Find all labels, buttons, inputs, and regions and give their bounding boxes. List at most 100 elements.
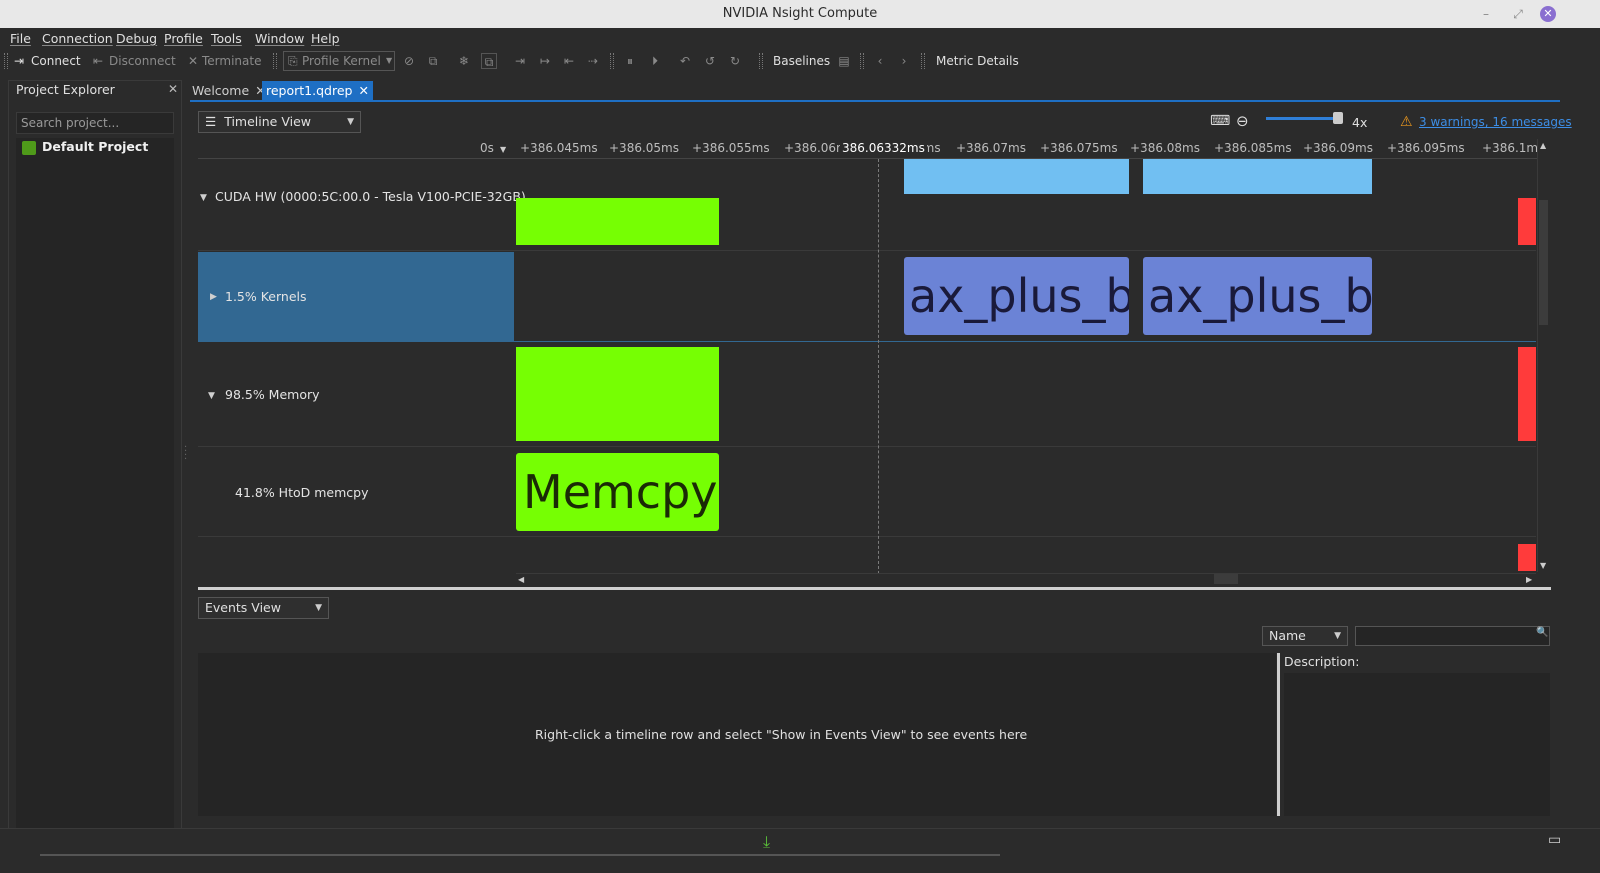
warnings-link[interactable]: 3 warnings, 16 messages — [1419, 115, 1572, 129]
minimize-icon[interactable]: – — [1478, 6, 1494, 22]
other-activity-bar[interactable] — [1518, 347, 1536, 441]
project-item-default[interactable]: Default Project — [42, 139, 148, 154]
row-label-htod[interactable]: 41.8% HtoD memcpy — [235, 485, 368, 500]
restore-icon[interactable]: ⤢ — [1510, 6, 1526, 22]
toolbar-grip[interactable] — [860, 53, 864, 69]
menu-window[interactable]: Window — [255, 28, 304, 50]
row-label-memory[interactable]: 98.5% Memory — [225, 387, 320, 402]
connect-button[interactable]: Connect — [31, 50, 81, 72]
menu-file[interactable]: File — [10, 28, 31, 50]
splitter-handle[interactable]: · · · · — [184, 443, 187, 465]
scroll-right-icon[interactable]: ▶ — [1526, 575, 1532, 584]
baselines-manage-icon[interactable]: ▤ — [836, 53, 852, 69]
scroll-left-icon[interactable]: ◀ — [518, 575, 524, 584]
other-activity-bar[interactable] — [1518, 198, 1536, 245]
menu-tools[interactable]: Tools — [211, 28, 242, 50]
ruler-tick-label: +386.075ms — [1040, 141, 1118, 155]
menu-connection[interactable]: Connection — [42, 28, 113, 50]
memcpy-bar[interactable]: Memcpy… — [516, 453, 719, 531]
menu-help[interactable]: Help — [311, 28, 340, 50]
kernel-summary-bar[interactable] — [904, 159, 1129, 194]
timeline-view-select[interactable]: ☰ Timeline View ▼ — [198, 111, 361, 133]
toolbar-grip[interactable] — [610, 53, 614, 69]
other-activity-bar[interactable] — [1518, 544, 1536, 571]
project-search-input[interactable] — [16, 112, 174, 134]
zoom-out-icon[interactable]: ⊖ — [1236, 112, 1249, 130]
step-next-icon[interactable]: ⇢ — [585, 53, 601, 69]
close-window-icon[interactable]: ✕ — [1540, 6, 1556, 22]
collapse-caret-icon[interactable]: ▼ — [200, 193, 207, 203]
tab-report[interactable]: report1.qdrep ✕ — [262, 81, 373, 101]
horizontal-scroll-thumb[interactable] — [1214, 574, 1238, 584]
disconnect-button[interactable]: Disconnect — [109, 50, 176, 72]
events-search-input[interactable] — [1355, 626, 1550, 646]
download-icon[interactable]: ⤓ — [763, 832, 770, 852]
events-view-select[interactable]: Events View ▼ — [198, 597, 329, 619]
zoom-slider[interactable] — [1266, 117, 1338, 120]
kernel-bar[interactable]: ax_plus_b… — [904, 257, 1129, 335]
vertical-scroll-thumb[interactable] — [1539, 200, 1548, 325]
profile-kernel-button[interactable]: ⎘ Profile Kernel ▼ — [283, 51, 395, 71]
expand-caret-icon[interactable]: ▶ — [210, 292, 217, 302]
events-filter-select[interactable]: Name ▼ — [1262, 626, 1348, 646]
connect-icon[interactable]: ⇥ — [14, 50, 24, 72]
step-back-icon[interactable]: ⇤ — [561, 53, 577, 69]
scroll-down-icon[interactable]: ▼ — [1540, 561, 1546, 570]
zoom-level: 4x — [1352, 115, 1368, 130]
window-title: NVIDIA Nsight Compute — [722, 6, 878, 21]
terminate-button[interactable]: Terminate — [202, 50, 261, 72]
rewind-icon[interactable]: ↺ — [702, 53, 718, 69]
auto-profile-icon[interactable]: ⧉ — [481, 53, 497, 69]
memory-summary-bar[interactable] — [516, 198, 719, 245]
nav-forward-icon[interactable]: › — [896, 53, 912, 69]
metric-details-button[interactable]: Metric Details — [936, 50, 1019, 72]
memory-bar[interactable] — [516, 347, 719, 441]
toolbar-grip[interactable] — [273, 53, 277, 69]
toolbar-grip[interactable] — [921, 53, 925, 69]
nav-back-icon[interactable]: ‹ — [872, 53, 888, 69]
timeline-horizontal-scrollbar[interactable] — [516, 573, 1536, 585]
description-label: Description: — [1284, 654, 1360, 669]
cursor-time-label: 386.06332ms — [840, 141, 927, 155]
ruler-tick-label: +386.07ms — [956, 141, 1026, 155]
resume-icon[interactable]: ⏵ — [647, 53, 663, 69]
undo-icon[interactable]: ↶ — [677, 53, 693, 69]
kernel-bar[interactable]: ax_plus_b… — [1143, 257, 1372, 335]
pane-splitter[interactable] — [198, 587, 1551, 590]
pause-icon[interactable]: ⏸ — [622, 53, 638, 69]
toolbar-grip[interactable] — [759, 53, 763, 69]
kernel-bar-label: ax_plus_b… — [909, 269, 1129, 323]
zoom-slider-handle[interactable] — [1333, 112, 1343, 124]
keyboard-icon[interactable]: ⌨ — [1210, 113, 1230, 129]
menu-debug[interactable]: Debug — [116, 28, 157, 50]
ruler-tick-label: +386.08ms — [1130, 141, 1200, 155]
profile-kernel-label: Profile Kernel — [302, 54, 381, 68]
step-into-icon[interactable]: ⇥ — [512, 53, 528, 69]
project-explorer-title: Project Explorer — [16, 82, 115, 97]
close-icon[interactable]: ✕ — [168, 82, 178, 96]
ruler-tick-label: +386.06m — [784, 141, 848, 155]
freeze-icon[interactable]: ❄ — [456, 53, 472, 69]
menu-profile[interactable]: Profile — [164, 28, 203, 50]
kernel-summary-bar[interactable] — [1143, 159, 1372, 194]
tab-welcome[interactable]: Welcome ✕ — [188, 81, 270, 101]
chevron-down-icon[interactable]: ▼ — [500, 145, 506, 154]
feedback-icon[interactable]: ▭ — [1548, 832, 1561, 848]
close-tab-icon[interactable]: ✕ — [358, 83, 368, 98]
collapse-caret-icon[interactable]: ▼ — [208, 391, 215, 401]
description-splitter[interactable] — [1277, 653, 1280, 816]
scroll-up-icon[interactable]: ▲ — [1540, 141, 1546, 150]
toolbar-grip[interactable] — [4, 53, 8, 69]
description-box — [1284, 673, 1550, 816]
main-toolbar: ⇥ Connect ⇤ Disconnect ✕ Terminate ⎘ Pro… — [0, 50, 1600, 72]
cancel-icon[interactable]: ⊘ — [401, 53, 417, 69]
chevron-down-icon[interactable]: ▼ — [386, 50, 392, 72]
kernel-bar-label: ax_plus_b… — [1148, 269, 1372, 323]
view-list-icon: ☰ — [205, 114, 217, 129]
step-over-icon[interactable]: ↦ — [537, 53, 553, 69]
redo-icon[interactable]: ↻ — [727, 53, 743, 69]
row-label-kernels[interactable]: 1.5% Kernels — [225, 289, 307, 304]
row-label-cuda-hw[interactable]: CUDA HW (0000:5C:00.0 - Tesla V100-PCIE-… — [215, 189, 526, 204]
baselines-button[interactable]: Baselines — [773, 50, 830, 72]
replay-icon[interactable]: ⧉ — [425, 53, 441, 69]
